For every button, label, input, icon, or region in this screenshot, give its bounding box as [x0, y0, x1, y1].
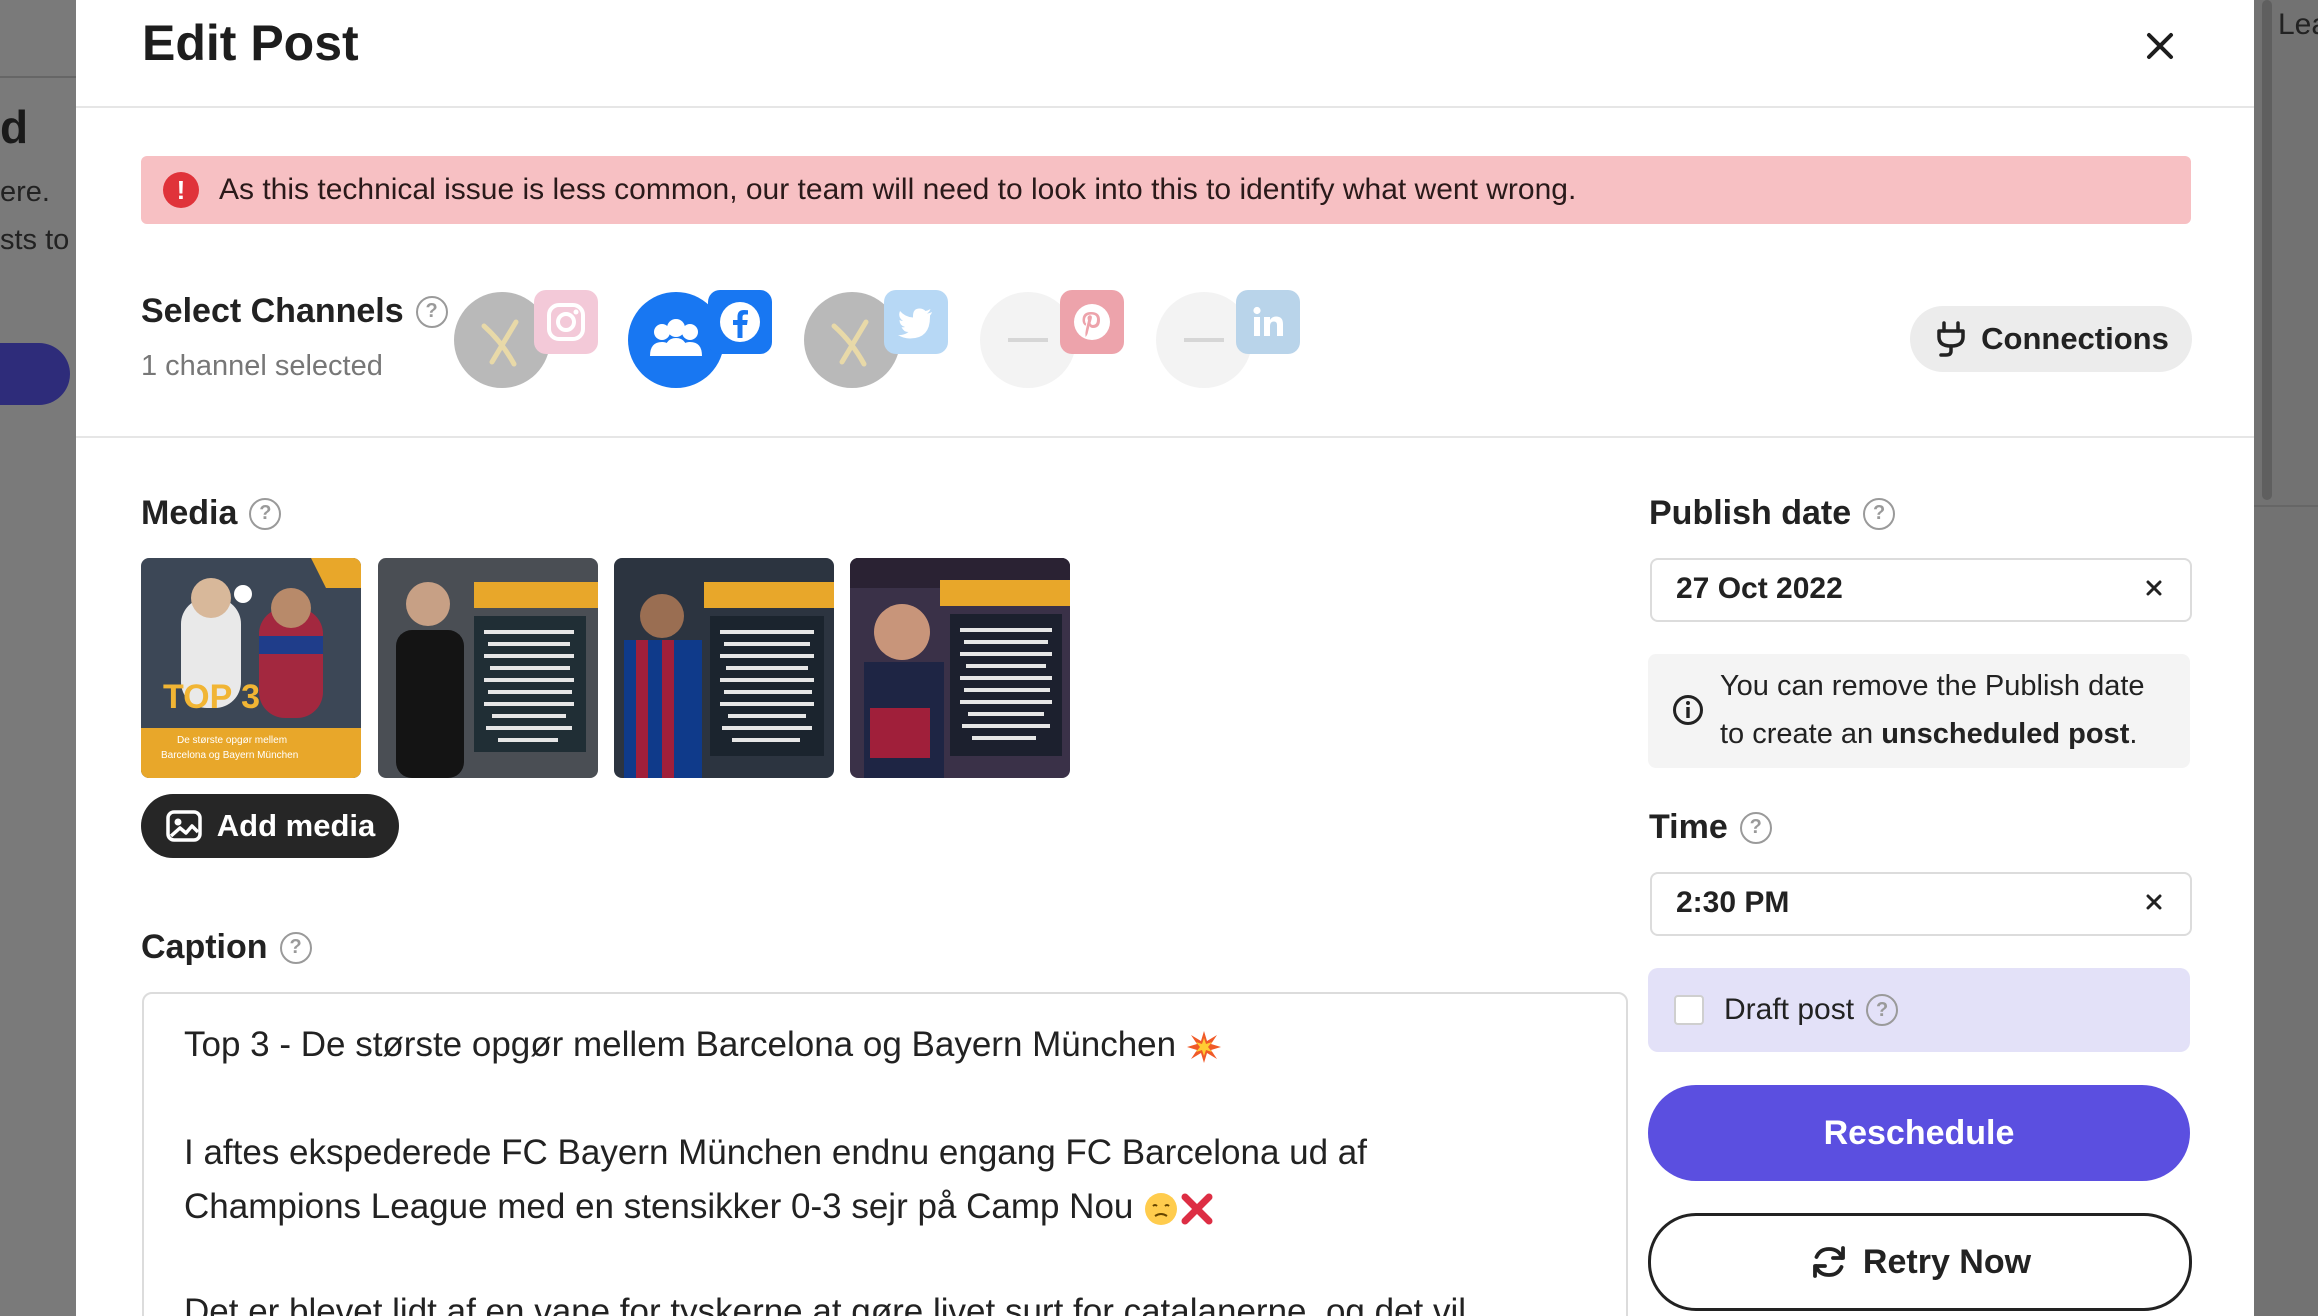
alert-icon: ! — [163, 172, 199, 208]
background-app-left: d ere. sts to — [0, 0, 76, 1316]
twitter-icon — [884, 290, 948, 354]
add-media-label: Add media — [216, 808, 376, 843]
channels-selected-count: 1 channel selected — [141, 350, 383, 382]
caption-label-text: Caption — [141, 928, 268, 966]
image-icon — [166, 810, 202, 842]
background-topbar — [0, 0, 76, 78]
instagram-icon — [534, 290, 598, 354]
close-button[interactable] — [2132, 18, 2188, 74]
post-image — [614, 558, 834, 778]
media-label-text: Media — [141, 494, 238, 532]
svg-text:De største opgør mellem: De største opgør mellem — [177, 735, 287, 746]
channel-instagram[interactable] — [454, 290, 604, 400]
help-icon[interactable]: ? — [1739, 811, 1772, 844]
refresh-icon — [1813, 1246, 1845, 1278]
svg-text:TOP 3: TOP 3 — [163, 678, 260, 716]
modal-title: Edit Post — [142, 15, 359, 71]
publish-date-label: Publish date ? — [1649, 494, 1896, 533]
error-alert: ! As this technical issue is less common… — [141, 156, 2191, 224]
edit-post-modal: Edit Post ! As this technical issue is l… — [76, 0, 2254, 1316]
time-input[interactable]: 2:30 PM — [1650, 872, 2192, 936]
channel-facebook[interactable] — [628, 290, 778, 400]
help-icon[interactable]: ? — [1863, 497, 1896, 530]
draft-post-label: Draft post — [1724, 993, 1855, 1026]
svg-text:Barcelona og Bayern München: Barcelona og Bayern München — [161, 750, 298, 761]
background-text-fragment: sts to — [0, 224, 70, 256]
publish-date-label-text: Publish date — [1649, 494, 1852, 532]
connections-button[interactable]: Connections — [1910, 306, 2192, 372]
publish-date-input[interactable]: 27 Oct 2022 — [1650, 558, 2192, 622]
add-media-button[interactable]: Add media — [141, 794, 399, 858]
help-icon[interactable]: ? — [279, 931, 312, 964]
caption-text-line: Top 3 - De største opgør mellem Barcelon… — [184, 1025, 1222, 1065]
connections-label: Connections — [1981, 321, 2169, 356]
background-text-fragment: ere. — [0, 176, 50, 208]
info-text: You can remove the Publish date — [1720, 670, 2145, 702]
retry-now-button[interactable]: Retry Now — [1648, 1213, 2192, 1311]
section-divider — [76, 436, 2254, 438]
post-image: TOP 3 De største opgør mellem Barcelona … — [141, 558, 361, 778]
post-image — [850, 558, 1070, 778]
plug-icon — [1937, 321, 1965, 357]
background-scrollbar — [2262, 0, 2272, 500]
reschedule-label: Reschedule — [1823, 1113, 2015, 1152]
media-label: Media ? — [141, 494, 282, 533]
help-icon[interactable]: ? — [249, 497, 282, 530]
caption-text-line: Det er blevet lidt af en vane for tysker… — [184, 1292, 1467, 1316]
caption-label: Caption ? — [141, 928, 312, 967]
alert-message: As this technical issue is less common, … — [219, 173, 1577, 206]
time-value: 2:30 PM — [1676, 886, 1790, 919]
publish-date-value: 27 Oct 2022 — [1676, 572, 1843, 605]
retry-now-label: Retry Now — [1862, 1242, 2032, 1281]
face-emoji-icon — [1145, 1192, 1178, 1225]
close-icon — [2147, 33, 2173, 59]
channel-twitter[interactable] — [804, 290, 954, 400]
draft-post-option: Draft post ? — [1648, 968, 2190, 1052]
cross-mark-icon — [1181, 1193, 1213, 1225]
help-icon[interactable]: ? — [1866, 994, 1899, 1026]
caption-text-line: I aftes ekspederede FC Bayern München en… — [184, 1133, 1367, 1172]
info-text: to create an unscheduled post. — [1720, 718, 2138, 750]
background-button — [0, 343, 70, 405]
clear-date-button[interactable] — [2136, 570, 2172, 606]
media-thumbnail[interactable] — [614, 558, 834, 778]
close-icon — [2146, 894, 2162, 910]
publish-date-info: You can remove the Publish date to creat… — [1648, 654, 2190, 768]
info-icon — [1673, 695, 1703, 725]
time-label: Time ? — [1649, 808, 1772, 847]
channel-linkedin[interactable] — [1156, 290, 1306, 400]
caption-text-line: Champions League med en stensikker 0-3 s… — [184, 1187, 1215, 1227]
clear-time-button[interactable] — [2136, 884, 2172, 920]
media-thumbnail[interactable]: TOP 3 De største opgør mellem Barcelona … — [141, 558, 361, 778]
modal-header: Edit Post — [76, 0, 2254, 108]
background-app-right: Lea — [2254, 0, 2318, 1316]
background-text-fragment: Lea — [2278, 8, 2318, 41]
select-channels-label: Select Channels ? — [141, 292, 448, 331]
draft-post-checkbox[interactable] — [1674, 995, 1704, 1025]
linkedin-icon — [1236, 290, 1300, 354]
media-thumbnail[interactable] — [850, 558, 1070, 778]
facebook-icon — [708, 290, 772, 354]
reschedule-button[interactable]: Reschedule — [1648, 1085, 2190, 1181]
time-label-text: Time — [1649, 808, 1728, 846]
collision-emoji-icon — [1186, 1030, 1221, 1063]
media-thumbnail[interactable] — [378, 558, 598, 778]
channel-pinterest[interactable] — [980, 290, 1130, 400]
background-heading-fragment: d — [0, 101, 29, 153]
post-image — [378, 558, 598, 778]
help-icon[interactable]: ? — [415, 295, 448, 328]
background-divider — [2254, 505, 2318, 507]
select-channels-text: Select Channels — [141, 292, 404, 330]
close-icon — [2146, 580, 2162, 596]
pinterest-icon — [1060, 290, 1124, 354]
